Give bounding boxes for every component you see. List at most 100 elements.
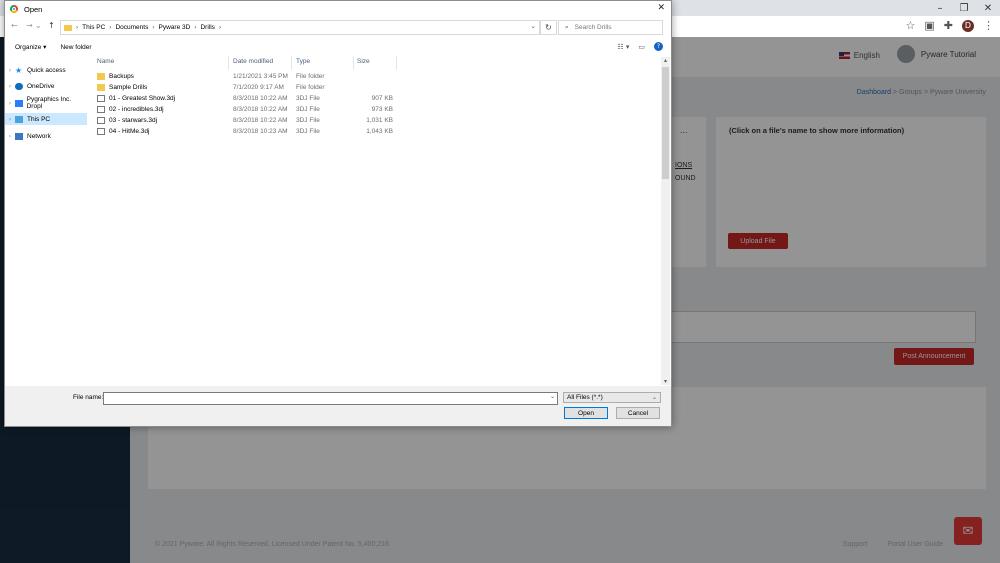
cancel-button[interactable]: Cancel [616,407,660,419]
nav-item-network[interactable]: › Network [5,130,87,142]
file-type: 3DJ File [296,95,320,102]
file-type: File folder [296,73,325,80]
chevron-down-icon[interactable]: ⌄ [550,393,555,400]
column-header-date[interactable]: Date modified [233,58,273,65]
file-date: 8/3/2018 10:23 AM [233,128,288,135]
view-options-icon[interactable]: ☷ ▾ [617,43,629,51]
chrome-icon [10,5,18,13]
file-size: 907 KB [371,95,393,102]
chevron-down-icon[interactable]: ⌄ [531,22,536,30]
minimize-button[interactable]: – [928,0,952,16]
file-date: 7/1/2020 9:17 AM [233,84,284,91]
forward-arrow-icon[interactable]: → [26,21,33,30]
nav-item-label: Quick access [27,66,66,74]
file-size: 973 KB [371,106,393,113]
file-icon [97,95,105,102]
browser-menu-icon[interactable]: ⋮ [983,19,994,32]
file-type: 3DJ File [296,117,320,124]
column-header-size[interactable]: Size [357,58,370,65]
dialog-footer: File name: ⌄ All Files (*.*) ⌄ Open Canc… [5,386,671,426]
file-date: 1/21/2021 3:45 PM [233,73,288,80]
file-icon [97,128,105,135]
nav-item-this-pc[interactable]: › This PC [5,113,87,125]
command-bar: Organize ▾ New folder ☷ ▾ ▭ ? [5,39,671,55]
computer-icon [15,115,23,123]
file-type-select[interactable]: All Files (*.*) ⌄ [563,392,661,403]
nav-item-label: Pygraphics Inc. Dropl [26,96,72,110]
file-name: 01 - Greatest Show.3dj [109,95,176,102]
bookmark-star-icon[interactable]: ☆ [906,19,916,32]
cloud-icon [15,82,23,90]
file-row[interactable]: 03 - starwars.3dj 8/3/2018 10:22 AM 3DJ … [95,116,405,127]
help-icon[interactable]: ? [654,42,663,51]
column-header-type[interactable]: Type [296,58,310,65]
file-icon [97,117,105,124]
navigation-pane: › ★ Quick access › OneDrive › Pygraphics … [5,61,87,381]
folder-icon [64,24,72,31]
file-name-label: File name: [73,394,104,401]
file-list: Name Date modified Type Size Backups 1/2… [95,56,661,386]
path-documents[interactable]: Documents [115,24,148,31]
file-name-input[interactable]: ⌄ [103,392,558,405]
path-drills[interactable]: Drills [200,24,214,31]
organize-button[interactable]: Organize ▾ [15,43,46,51]
nav-item-label: This PC [27,115,51,123]
scroll-down-icon[interactable]: ▾ [661,378,670,385]
star-icon: ★ [15,65,23,75]
file-type: 3DJ File [296,128,320,135]
maximize-button[interactable]: ❐ [952,0,976,16]
dialog-title: Open [24,4,43,14]
nav-item-quick-access[interactable]: › ★ Quick access [5,64,87,76]
dialog-titlebar: Open ✕ [5,1,671,17]
path-this-pc[interactable]: This PC [82,24,105,31]
file-type: 3DJ File [296,106,320,113]
file-icon [97,106,105,113]
preview-pane-icon[interactable]: ▭ [638,43,645,51]
file-type-value: All Files (*.*) [567,394,603,401]
file-type: File folder [296,84,325,91]
path-pyware-3d[interactable]: Pyware 3D [159,24,191,31]
file-size: 1,031 KB [366,117,393,124]
back-arrow-icon[interactable]: ← [11,21,18,30]
file-row[interactable]: Backups 1/21/2021 3:45 PM File folder [95,72,405,83]
scroll-up-icon[interactable]: ▴ [661,57,670,64]
address-row: ← → ⌄ ↑ › This PC › Documents › Pyware 3… [5,18,671,36]
profile-avatar[interactable]: D [962,19,974,32]
file-name: Backups [109,73,134,80]
search-placeholder: Search Drills [574,24,612,31]
vertical-scrollbar[interactable]: ▴ ▾ [661,57,670,385]
file-name: Sample Drills [109,84,148,91]
file-row[interactable]: 02 - incredibles.3dj 8/3/2018 10:22 AM 3… [95,105,405,116]
close-window-button[interactable]: ✕ [976,0,1000,16]
nav-item-onedrive[interactable]: › OneDrive [5,80,87,92]
window-controls: – ❐ ✕ [928,0,1000,16]
puzzle-icon[interactable]: ✚ [944,19,953,32]
dropbox-icon [14,99,23,107]
file-date: 8/3/2018 10:22 AM [233,95,288,102]
file-row[interactable]: Sample Drills 7/1/2020 9:17 AM File fold… [95,83,405,94]
nav-item-dropbox[interactable]: › Pygraphics Inc. Dropl [5,96,87,110]
file-row[interactable]: 04 - HitMe.3dj 8/3/2018 10:23 AM 3DJ Fil… [95,127,405,138]
file-size: 1,043 KB [366,128,393,135]
address-bar[interactable]: › This PC › Documents › Pyware 3D › Dril… [60,20,540,35]
extension-icon[interactable]: ▣ [924,19,934,32]
new-folder-button[interactable]: New folder [60,44,91,51]
refresh-icon[interactable]: ↻ [540,20,557,35]
column-header-name[interactable]: Name [97,58,114,65]
cancel-button-label: Cancel [627,409,649,417]
browser-toolbar-icons: ☆ ▣ ✚ D ⋮ [906,19,995,32]
search-icon: ⌕ [565,23,569,31]
search-input[interactable]: ⌕ Search Drills [558,20,663,35]
scrollbar-thumb[interactable] [662,67,669,179]
open-button[interactable]: Open [564,407,608,419]
file-row[interactable]: 01 - Greatest Show.3dj 8/3/2018 10:22 AM… [95,94,405,105]
chevron-down-icon: ⌄ [651,395,657,401]
folder-icon [97,73,105,80]
dialog-close-button[interactable]: ✕ [657,3,665,13]
file-name: 03 - starwars.3dj [109,117,158,124]
file-name: 02 - incredibles.3dj [109,106,164,113]
open-file-dialog: Open ✕ ← → ⌄ ↑ › This PC › Documents › P… [4,0,672,427]
nav-item-label: Network [27,132,51,140]
nav-item-label: OneDrive [27,82,55,90]
up-arrow-icon[interactable]: ↑ [48,21,55,30]
